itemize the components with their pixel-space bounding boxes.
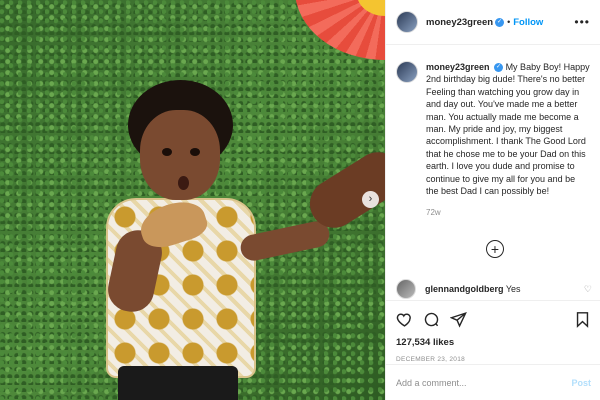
- comment-text-block: glennandgoldberg Yes: [425, 284, 521, 294]
- comment-like-heart-icon[interactable]: ♡: [584, 284, 592, 295]
- post-side-panel: money23green ✓ • Follow ••• money23green…: [385, 0, 600, 400]
- commenter-username[interactable]: glennandgoldberg: [425, 284, 504, 294]
- post-actions: 127,534 likes DECEMBER 23, 2018: [386, 300, 600, 363]
- verified-badge-icon: ✓: [495, 17, 505, 27]
- caption-age[interactable]: 72w: [426, 207, 590, 219]
- post-date: DECEMBER 23, 2018: [396, 356, 466, 363]
- caption-text-block: money23green ✓ My Baby Boy! Happy 2nd bi…: [426, 61, 590, 280]
- comment-row: glennandgoldberg Yes ♡: [396, 279, 592, 299]
- post-container: › money23green ✓ • Follow ••• money23gre…: [0, 0, 600, 400]
- child-mouth: [178, 176, 189, 190]
- post-photo[interactable]: ›: [0, 0, 385, 400]
- add-comment-bar: Post: [386, 364, 600, 400]
- more-options-icon[interactable]: •••: [574, 15, 590, 29]
- comment-bubble-icon[interactable]: [423, 311, 440, 328]
- child-pants: [118, 366, 238, 400]
- share-paper-plane-icon[interactable]: [450, 311, 467, 328]
- heart-icon[interactable]: [396, 311, 413, 328]
- child-eye-left: [162, 148, 172, 156]
- post-comment-button[interactable]: Post: [571, 378, 591, 388]
- plus-circle-icon: +: [490, 241, 500, 257]
- chevron-right-icon: ›: [368, 193, 373, 205]
- child-eye-right: [190, 148, 200, 156]
- author-avatar[interactable]: [396, 11, 418, 33]
- follow-button[interactable]: Follow: [513, 17, 543, 28]
- add-comment-input[interactable]: [396, 377, 556, 388]
- comment-body: Yes: [505, 284, 521, 294]
- caption-avatar[interactable]: [396, 61, 418, 83]
- action-icons-row: [396, 309, 591, 329]
- author-username[interactable]: money23green: [426, 17, 493, 28]
- bookmark-icon[interactable]: [574, 311, 591, 328]
- load-more-comments-button[interactable]: +: [486, 240, 504, 258]
- commenter-avatar[interactable]: [396, 279, 416, 299]
- caption-verified-badge-icon: ✓: [494, 63, 504, 73]
- likes-count[interactable]: 127,534 likes: [396, 337, 591, 348]
- header-separator: •: [507, 17, 511, 27]
- post-header: money23green ✓ • Follow •••: [386, 0, 600, 45]
- caption-username[interactable]: money23green: [426, 62, 490, 72]
- next-image-button[interactable]: ›: [362, 191, 379, 208]
- caption-body: My Baby Boy! Happy 2nd birthday big dude…: [426, 62, 590, 197]
